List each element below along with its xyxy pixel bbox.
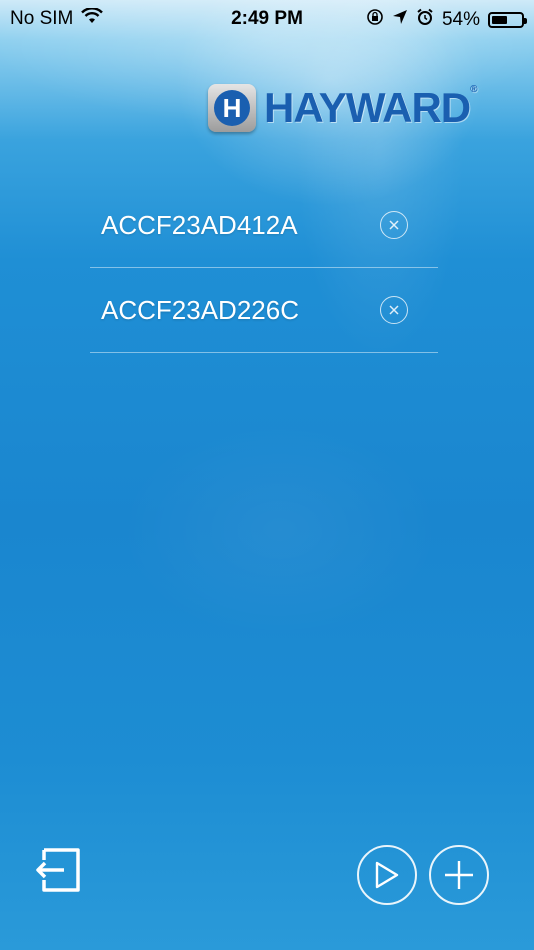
location-icon bbox=[392, 9, 408, 31]
logo-mark-letter: H bbox=[214, 90, 250, 126]
play-button[interactable] bbox=[357, 845, 417, 905]
water-ripple-decoration bbox=[120, 420, 440, 640]
device-row[interactable]: ACCF23AD226C bbox=[90, 268, 438, 353]
device-list: ACCF23AD412A ACCF23AD226C bbox=[90, 183, 438, 353]
logo-mark: H bbox=[208, 84, 256, 132]
logo-registered-mark: ® bbox=[470, 84, 477, 95]
plus-icon bbox=[445, 861, 473, 889]
device-name: ACCF23AD226C bbox=[101, 294, 299, 325]
remove-device-button[interactable] bbox=[380, 296, 408, 324]
add-button[interactable] bbox=[429, 845, 489, 905]
logo-text: HAYWARD bbox=[264, 84, 471, 131]
device-name: ACCF23AD412A bbox=[101, 209, 298, 240]
alarm-icon bbox=[416, 8, 434, 32]
close-icon bbox=[389, 305, 399, 315]
exit-button[interactable] bbox=[34, 846, 82, 894]
battery-percent: 54% bbox=[441, 9, 480, 30]
play-icon bbox=[375, 861, 399, 889]
status-right: 54% bbox=[366, 8, 527, 32]
logo-wordmark: HAYWARD® bbox=[264, 84, 478, 132]
hayward-logo: H HAYWARD® bbox=[208, 84, 478, 132]
battery-icon bbox=[488, 12, 527, 28]
battery-fill bbox=[492, 16, 508, 24]
remove-device-button[interactable] bbox=[380, 211, 408, 239]
status-bar: No SIM 2:49 PM 54% bbox=[0, 0, 534, 38]
orientation-lock-icon bbox=[366, 8, 384, 32]
device-row[interactable]: ACCF23AD412A bbox=[90, 183, 438, 268]
exit-icon bbox=[36, 848, 80, 892]
close-icon bbox=[389, 220, 399, 230]
